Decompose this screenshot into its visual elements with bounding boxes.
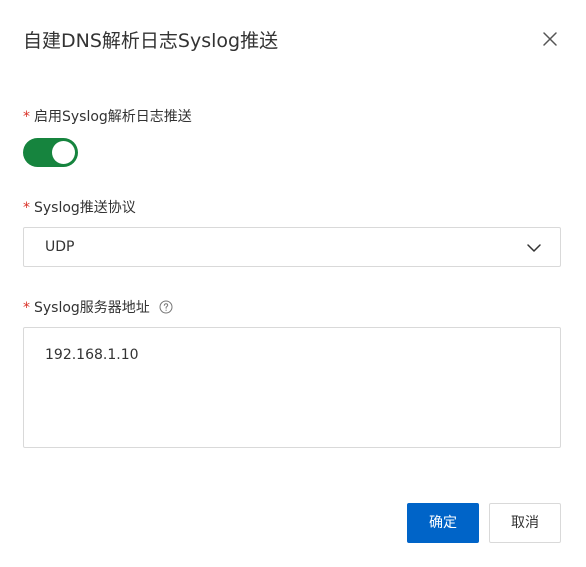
question-circle-icon[interactable]	[159, 300, 173, 314]
server-label-text: Syslog服务器地址	[34, 300, 150, 316]
enable-label-text: 启用Syslog解析日志推送	[34, 109, 192, 125]
protocol-label-text: Syslog推送协议	[34, 200, 136, 216]
server-address-value: 192.168.1.10	[45, 347, 139, 363]
required-mark: *	[23, 109, 30, 125]
required-mark: *	[23, 300, 30, 316]
server-label: * Syslog服务器地址	[23, 298, 173, 318]
enable-syslog-toggle[interactable]	[23, 138, 78, 167]
cancel-button[interactable]: 取消	[489, 503, 561, 543]
dialog-title: 自建DNS解析日志Syslog推送	[23, 30, 279, 52]
syslog-dialog: 自建DNS解析日志Syslog推送 * 启用Syslog解析日志推送 * Syslo…	[0, 0, 586, 567]
confirm-button[interactable]: 确定	[407, 503, 479, 543]
close-button[interactable]	[538, 27, 562, 51]
close-icon	[543, 32, 557, 46]
enable-label: * 启用Syslog解析日志推送	[23, 107, 192, 127]
chevron-down-icon	[527, 244, 541, 252]
toggle-knob	[52, 141, 75, 164]
server-address-textarea[interactable]: 192.168.1.10	[23, 327, 561, 448]
protocol-select[interactable]: UDP	[23, 227, 561, 267]
protocol-label: * Syslog推送协议	[23, 198, 136, 218]
required-mark: *	[23, 200, 30, 216]
protocol-select-value: UDP	[45, 239, 75, 255]
